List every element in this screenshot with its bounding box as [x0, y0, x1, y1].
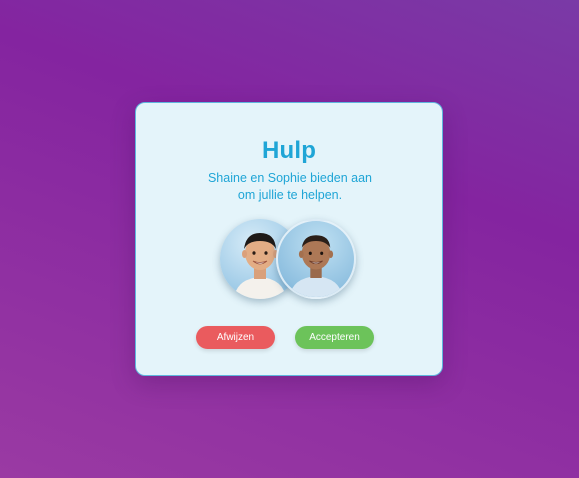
accept-button[interactable]: Accepteren [295, 326, 374, 349]
helper-avatars [220, 219, 360, 301]
child-portrait-icon [289, 235, 343, 297]
dialog-message-line-1: Shaine en Sophie bieden aan [207, 171, 373, 185]
decline-button[interactable]: Afwijzen [196, 326, 275, 349]
help-offer-dialog: Hulp Shaine en Sophie bieden aan om jull… [135, 102, 443, 376]
dialog-message: Shaine en Sophie bieden aan om jullie te… [176, 170, 404, 204]
dialog-message-line-2: om jullie te helpen. [237, 188, 343, 202]
dialog-title: Hulp [261, 137, 317, 164]
page-background: { "dialog": { "title": "Hulp", "message_… [0, 0, 579, 478]
avatar-sophie [276, 219, 356, 299]
